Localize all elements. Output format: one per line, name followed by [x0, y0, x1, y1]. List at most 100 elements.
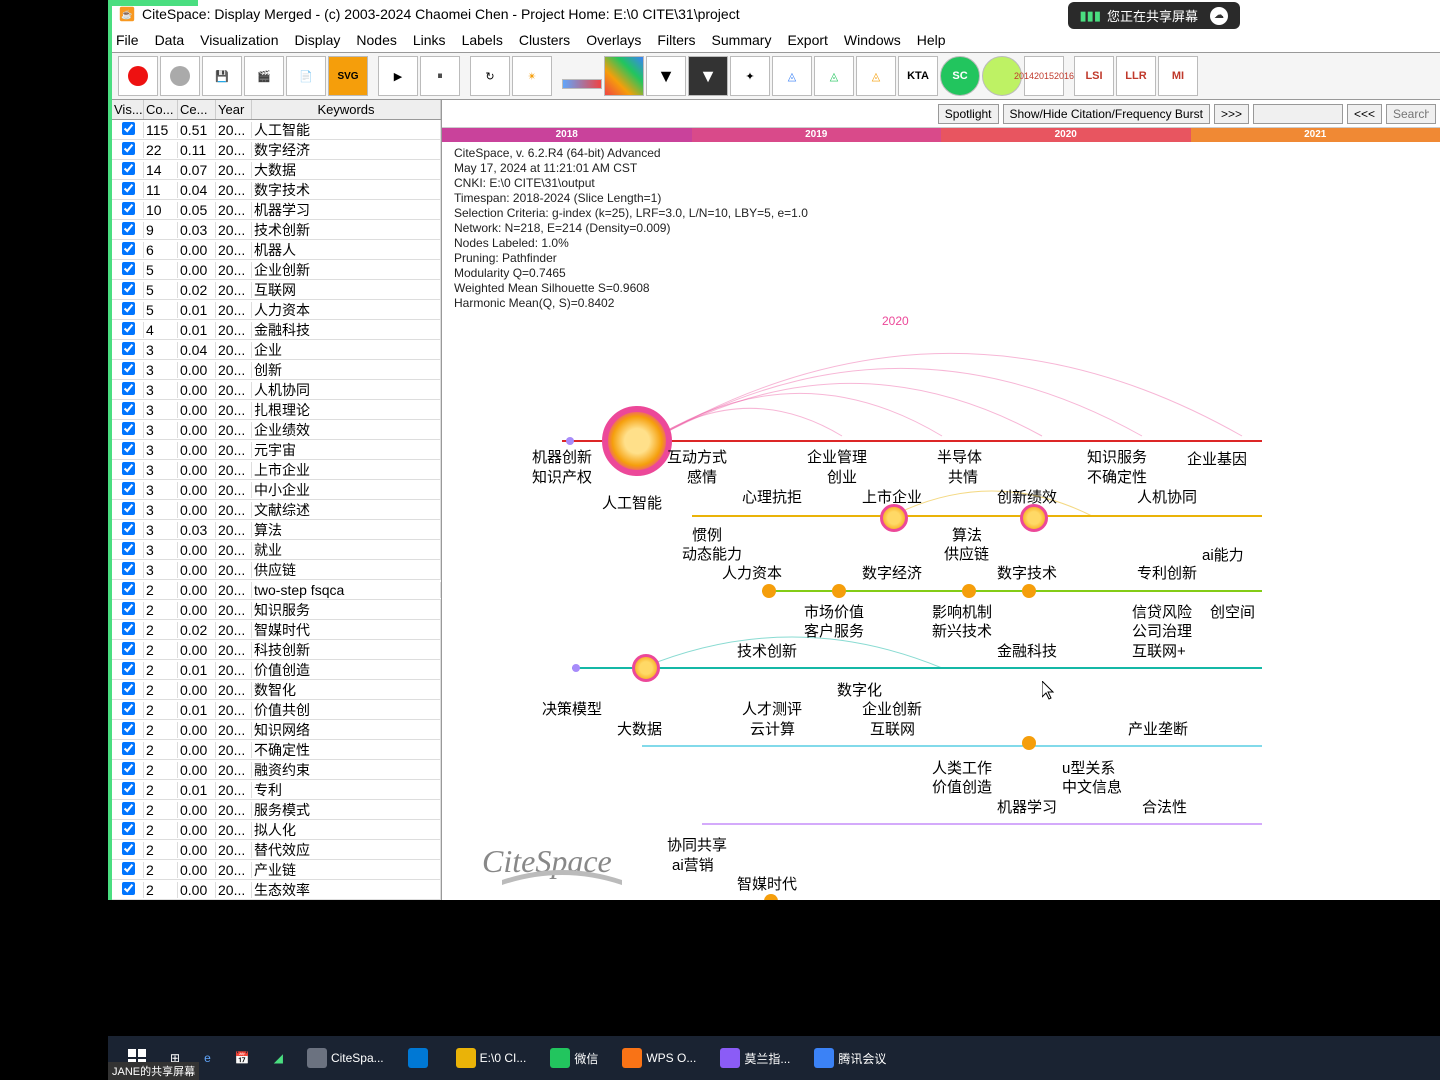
- filter2-button[interactable]: ▼: [688, 56, 728, 96]
- taskbar-app[interactable]: E:\0 CI...: [448, 1040, 535, 1076]
- node[interactable]: [962, 584, 976, 598]
- pause-button[interactable]: ⏸: [420, 56, 460, 96]
- node-label[interactable]: ai营销: [672, 854, 714, 875]
- table-row[interactable]: 20.0120...价值创造: [112, 660, 441, 680]
- node-label[interactable]: 专利创新: [1137, 562, 1197, 583]
- vis-checkbox[interactable]: [122, 722, 135, 735]
- table-row[interactable]: 30.0020...文献综述: [112, 500, 441, 520]
- node-label[interactable]: 企业管理: [807, 446, 867, 467]
- table-row[interactable]: 30.0020...扎根理论: [112, 400, 441, 420]
- node-label[interactable]: 客户服务: [804, 620, 864, 641]
- sc-button[interactable]: SC: [940, 56, 980, 96]
- visualization-panel[interactable]: Spotlight Show/Hide Citation/Frequency B…: [442, 100, 1440, 900]
- table-row[interactable]: 140.0720...大数据: [112, 160, 441, 180]
- node-label[interactable]: u型关系: [1062, 757, 1115, 778]
- node[interactable]: [762, 584, 776, 598]
- table-row[interactable]: 30.0020...中小企业: [112, 480, 441, 500]
- table-row[interactable]: 20.0020...不确定性: [112, 740, 441, 760]
- node-label[interactable]: 数字经济: [862, 562, 922, 583]
- vis-checkbox[interactable]: [122, 502, 135, 515]
- taskbar-app[interactable]: WPS O...: [614, 1040, 704, 1076]
- cluster1-button[interactable]: ✦: [730, 56, 770, 96]
- menu-help[interactable]: Help: [917, 32, 946, 48]
- table-row[interactable]: 30.0020...就业: [112, 540, 441, 560]
- back-button[interactable]: <<<: [1347, 104, 1382, 124]
- table-row[interactable]: 220.1120...数字经济: [112, 140, 441, 160]
- stop-button[interactable]: [160, 56, 200, 96]
- menu-nodes[interactable]: Nodes: [356, 32, 396, 48]
- vis-checkbox[interactable]: [122, 522, 135, 535]
- record-button[interactable]: [118, 56, 158, 96]
- node-label[interactable]: 共情: [948, 466, 978, 487]
- vis-checkbox[interactable]: [122, 482, 135, 495]
- table-row[interactable]: 20.0220...智媒时代: [112, 620, 441, 640]
- vis-checkbox[interactable]: [122, 622, 135, 635]
- vis-checkbox[interactable]: [122, 302, 135, 315]
- vis-checkbox[interactable]: [122, 742, 135, 755]
- node-label[interactable]: 人机协同: [1137, 486, 1197, 507]
- ie-button[interactable]: e: [196, 1040, 219, 1076]
- vis-checkbox[interactable]: [122, 882, 135, 895]
- node-label[interactable]: 创业: [827, 466, 857, 487]
- vis-checkbox[interactable]: [122, 802, 135, 815]
- vis-checkbox[interactable]: [122, 702, 135, 715]
- cluster3-button[interactable]: ◬: [814, 56, 854, 96]
- vis-checkbox[interactable]: [122, 562, 135, 575]
- node-label[interactable]: 创新绩效: [997, 486, 1057, 507]
- node-label[interactable]: 决策模型: [542, 698, 602, 719]
- node-label[interactable]: 新兴技术: [932, 620, 992, 641]
- vis-checkbox[interactable]: [122, 142, 135, 155]
- kta-button[interactable]: KTA: [898, 56, 938, 96]
- table-row[interactable]: 30.0020...供应链: [112, 560, 441, 580]
- menu-labels[interactable]: Labels: [462, 32, 503, 48]
- vis-checkbox[interactable]: [122, 402, 135, 415]
- vis-checkbox[interactable]: [122, 782, 135, 795]
- forward-button[interactable]: >>>: [1214, 104, 1249, 124]
- table-row[interactable]: 50.0020...企业创新: [112, 260, 441, 280]
- years-button[interactable]: 201420152016: [1024, 56, 1064, 96]
- node-label[interactable]: 数字技术: [997, 562, 1057, 583]
- node-label[interactable]: 公司治理: [1132, 620, 1192, 641]
- menu-windows[interactable]: Windows: [844, 32, 901, 48]
- table-row[interactable]: 20.0020...拟人化: [112, 820, 441, 840]
- node[interactable]: [572, 664, 580, 672]
- node-label[interactable]: 互联网: [870, 718, 915, 739]
- vis-checkbox[interactable]: [122, 222, 135, 235]
- table-row[interactable]: 20.0020...科技创新: [112, 640, 441, 660]
- node-label[interactable]: 互联网+: [1132, 640, 1186, 661]
- menu-display[interactable]: Display: [295, 32, 341, 48]
- lsi-button[interactable]: LSI: [1074, 56, 1114, 96]
- node-label[interactable]: 半导体: [937, 446, 982, 467]
- table-row[interactable]: 1150.5120...人工智能: [112, 120, 441, 140]
- network-visualization[interactable]: 2020 CiteSpace 机器创新知识产权人工智能互动方式感情心理抗拒企业管…: [442, 146, 1440, 900]
- node-label[interactable]: 数字化: [837, 679, 882, 700]
- node[interactable]: [1022, 584, 1036, 598]
- vis-checkbox[interactable]: [122, 422, 135, 435]
- nav-input[interactable]: [1253, 104, 1343, 124]
- vis-checkbox[interactable]: [122, 682, 135, 695]
- vis-checkbox[interactable]: [122, 662, 135, 675]
- cluster2-button[interactable]: ◬: [772, 56, 812, 96]
- film-button[interactable]: 🎬: [244, 56, 284, 96]
- node[interactable]: [1020, 504, 1048, 532]
- node-label[interactable]: 企业创新: [862, 698, 922, 719]
- table-row[interactable]: 30.0320...算法: [112, 520, 441, 540]
- node-label[interactable]: 价值创造: [932, 776, 992, 797]
- vis-checkbox[interactable]: [122, 862, 135, 875]
- menu-visualization[interactable]: Visualization: [200, 32, 278, 48]
- node[interactable]: [880, 504, 908, 532]
- llr-button[interactable]: LLR: [1116, 56, 1156, 96]
- vis-checkbox[interactable]: [122, 202, 135, 215]
- table-row[interactable]: 30.0020...创新: [112, 360, 441, 380]
- node-label[interactable]: 金融科技: [997, 640, 1057, 661]
- table-row[interactable]: 30.0020...元宇宙: [112, 440, 441, 460]
- table-row[interactable]: 110.0420...数字技术: [112, 180, 441, 200]
- table-row[interactable]: 20.0120...价值共创: [112, 700, 441, 720]
- vis-checkbox[interactable]: [122, 442, 135, 455]
- table-row[interactable]: 30.0420...企业: [112, 340, 441, 360]
- vis-checkbox[interactable]: [122, 822, 135, 835]
- node-label[interactable]: 上市企业: [862, 486, 922, 507]
- vis-checkbox[interactable]: [122, 242, 135, 255]
- node-label[interactable]: 智媒时代: [737, 873, 797, 894]
- node[interactable]: [632, 654, 660, 682]
